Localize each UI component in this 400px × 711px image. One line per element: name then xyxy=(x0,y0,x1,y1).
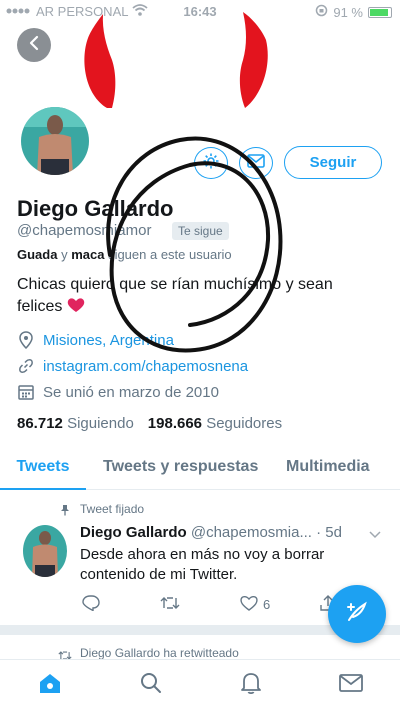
retweet-label: Diego Gallardo ha retwitteado xyxy=(80,646,239,660)
pin-icon xyxy=(60,503,70,521)
tab-tweets[interactable]: Tweets xyxy=(0,450,86,490)
followers-stat[interactable]: 198.666 Seguidores xyxy=(148,415,282,432)
location-link[interactable]: Misiones, Argentina xyxy=(43,332,174,349)
website-link[interactable]: instagram.com/chapemosnena xyxy=(43,358,248,375)
reply-button[interactable] xyxy=(82,595,100,614)
reply-icon xyxy=(82,595,100,614)
tab-tweets-replies[interactable]: Tweets y respuestas xyxy=(103,450,258,490)
profile-name: Diego Gallardo xyxy=(17,196,174,221)
joined-row: Se unió en marzo de 2010 xyxy=(17,383,219,401)
profile-handle: @chapemosmiamor xyxy=(17,222,152,239)
followed-by-name-1: Guada xyxy=(17,247,58,262)
followers-count: 198.666 xyxy=(147,415,203,432)
location-pin-icon xyxy=(17,331,35,349)
retweet-icon xyxy=(160,595,180,614)
following-count: 86.712 xyxy=(17,415,63,432)
rotation-lock-icon xyxy=(315,4,328,20)
tweet-header: Diego Gallardo @chapemosmia... · 5d xyxy=(80,524,385,541)
search-icon xyxy=(140,672,162,699)
bell-icon xyxy=(240,671,262,700)
bio-text: Chicas quiero que se rían muchísimo y se… xyxy=(17,276,333,315)
tab-media[interactable]: Multimedia xyxy=(286,450,370,490)
status-bar: AR PERSONAL 16:43 91 % xyxy=(0,0,400,22)
tweet-author-name[interactable]: Diego Gallardo xyxy=(80,524,187,541)
status-right: 91 % xyxy=(315,4,392,20)
avatar-photo xyxy=(21,107,89,175)
following-label: Siguiendo xyxy=(67,415,134,432)
like-button[interactable]: 6 xyxy=(240,595,270,614)
nav-home[interactable] xyxy=(37,672,63,698)
envelope-icon xyxy=(339,673,363,697)
profile-bio: Chicas quiero que se rían muchísimo y se… xyxy=(17,274,377,318)
back-button[interactable] xyxy=(17,28,51,62)
battery-percent: 91 % xyxy=(333,4,363,20)
home-icon xyxy=(38,672,62,699)
followed-by-suffix: siguen a este usuario xyxy=(104,247,232,262)
tweet-author-handle: @chapemosmia... xyxy=(190,524,312,541)
calendar-icon xyxy=(17,383,35,401)
compose-tweet-button[interactable] xyxy=(328,585,386,643)
nav-notifications[interactable] xyxy=(238,672,264,698)
heart-emoji-icon xyxy=(67,298,85,315)
message-button[interactable] xyxy=(239,147,273,179)
like-count: 6 xyxy=(263,597,271,612)
link-icon xyxy=(17,357,35,375)
followed-by-join: y xyxy=(57,247,72,262)
nav-messages[interactable] xyxy=(338,672,364,698)
tweet-text: Desde ahora en más no voy a borrar conte… xyxy=(80,546,325,583)
follow-counts: 86.712 Siguiendo 198.666 Seguidores xyxy=(17,415,282,432)
follows-you-badge: Te sigue xyxy=(172,222,229,240)
settings-button[interactable] xyxy=(194,147,228,179)
bottom-navigation xyxy=(0,659,400,711)
followers-label: Seguidores xyxy=(206,415,283,432)
back-arrow-icon xyxy=(27,35,41,56)
pinned-label: Tweet fijado xyxy=(80,502,145,516)
tweet-avatar[interactable] xyxy=(23,525,67,577)
battery-icon xyxy=(368,6,392,18)
followed-by-name-2: maca xyxy=(71,247,105,262)
profile-avatar[interactable] xyxy=(17,103,93,179)
follow-button[interactable]: Seguir xyxy=(284,146,382,179)
nav-search[interactable] xyxy=(138,672,164,698)
mail-icon xyxy=(247,153,265,173)
compose-icon xyxy=(345,600,369,629)
gear-icon xyxy=(202,152,220,175)
website-row: instagram.com/chapemosnena xyxy=(17,357,248,375)
following-stat[interactable]: 86.712 Siguiendo xyxy=(17,415,134,432)
tweet-actions: 6 xyxy=(80,595,350,615)
chevron-down-icon[interactable] xyxy=(369,526,381,543)
tweet-time: · 5d xyxy=(316,524,342,541)
followed-by-text[interactable]: Guada y maca siguen a este usuario xyxy=(17,247,232,262)
heart-icon xyxy=(240,595,258,614)
profile-tabs: Tweets Tweets y respuestas Multimedia xyxy=(0,450,400,490)
tweet-avatar-photo xyxy=(23,525,67,577)
location-row: Misiones, Argentina xyxy=(17,331,174,349)
retweet-button[interactable] xyxy=(160,595,180,614)
joined-date: Se unió en marzo de 2010 xyxy=(43,383,219,401)
